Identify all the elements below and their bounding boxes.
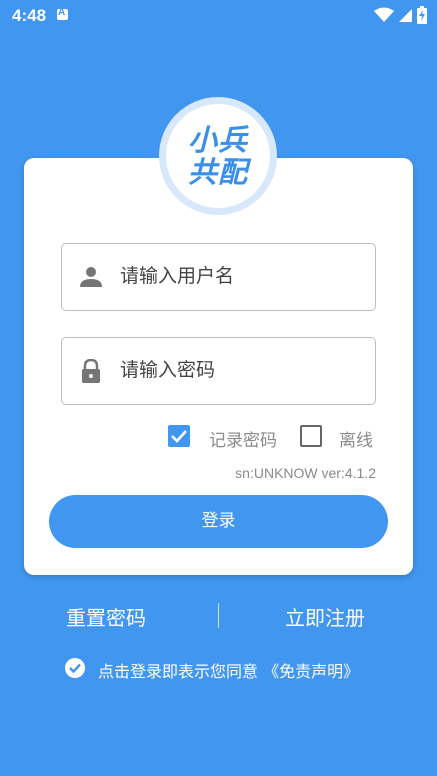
register-link[interactable]: 立即注册 [285,602,365,631]
offline-label[interactable]: 离线 [339,426,373,451]
password-input[interactable] [120,350,360,390]
username-input[interactable] [120,256,360,296]
status-time: 4:48 [12,6,47,25]
agreement-text[interactable]: 点击登录即表示您同意 《免责声明》 [98,658,359,682]
check-icon [171,430,187,443]
logo-text-line1: 小兵 [187,123,248,157]
battery-charging-icon [417,6,427,24]
links-divider [218,603,219,628]
status-icons [374,6,427,24]
password-field[interactable] [61,337,376,405]
android-auto-icon [57,7,68,20]
app-logo: 小兵 共配 [159,97,277,215]
agreement-checkbox[interactable] [65,658,85,678]
check-circle-icon [69,663,81,674]
logo-inner-circle: 小兵 共配 [166,104,270,208]
login-button[interactable]: 登录 [49,495,388,548]
status-bar: 4:48 [0,0,437,30]
lock-icon [82,359,100,383]
reset-password-link[interactable]: 重置密码 [66,602,146,631]
wifi-icon [374,7,395,22]
version-text: sn:UNKNOW ver:4.1.2 [235,465,376,481]
offline-checkbox[interactable] [300,425,322,447]
logo-text-line2: 共配 [187,155,248,189]
cellular-signal-icon [398,9,412,22]
user-icon [80,267,102,287]
remember-password-checkbox[interactable] [168,425,190,447]
username-field[interactable] [61,243,376,311]
remember-password-label[interactable]: 记录密码 [209,426,277,451]
